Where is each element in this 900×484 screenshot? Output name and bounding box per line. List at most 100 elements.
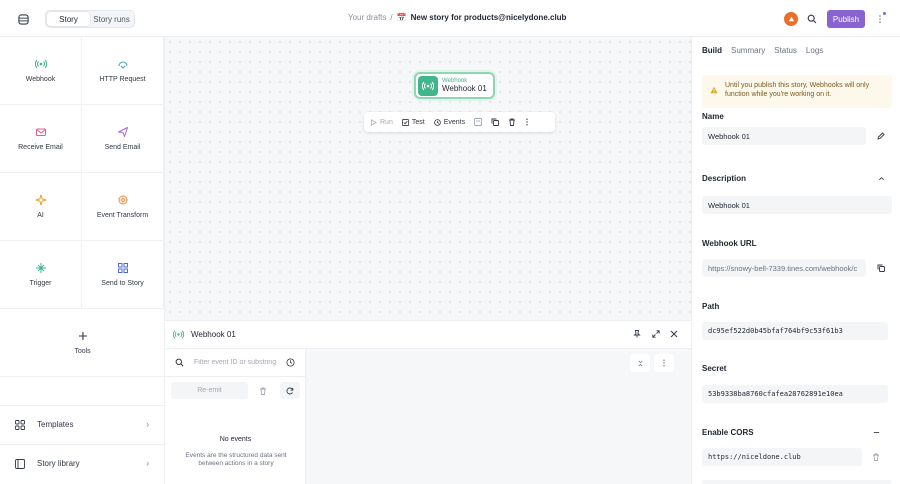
events-panel-header: Webhook 01: [165, 321, 691, 349]
description-field[interactable]: Webhook 01: [702, 196, 892, 214]
tool-send-to-story[interactable]: Send to Story: [82, 241, 164, 309]
more-actions-button[interactable]: [525, 118, 529, 126]
tool-event-transform[interactable]: Event Transform: [82, 173, 164, 241]
breadcrumb: Your drafts / 📅 New story for products@n…: [348, 13, 566, 22]
sidebar-link-label: Templates: [37, 420, 74, 429]
sidebar-toggle-icon[interactable]: [16, 12, 30, 26]
warning-text: Until you publish this story, Webhooks w…: [725, 82, 870, 98]
publish-warning: Until you publish this story, Webhooks w…: [702, 75, 892, 108]
send-to-story-icon: [117, 263, 128, 273]
test-icon: [401, 118, 409, 126]
events-button[interactable]: Events: [433, 118, 465, 126]
delete-button[interactable]: [508, 118, 516, 126]
tool-label: Receive Email: [18, 144, 63, 151]
pin-icon[interactable]: [631, 328, 643, 340]
search-icon: [175, 358, 184, 367]
logs-button[interactable]: [474, 118, 483, 126]
run-button[interactable]: Run: [370, 119, 393, 126]
tab-story[interactable]: Story: [47, 12, 90, 26]
path-label: Path: [702, 302, 720, 311]
delete-events-icon[interactable]: [257, 385, 269, 397]
templates-icon: [15, 419, 25, 430]
node-name: Webhook 01: [442, 84, 487, 93]
path-field[interactable]: dc95ef522d0b45bfaf764bf9c53f61b3: [702, 322, 888, 340]
webhook-url-label: Webhook URL: [702, 239, 757, 248]
sidebar-link-templates[interactable]: Templates ›: [0, 405, 165, 443]
event-filter-input[interactable]: Filter event ID or substring: [194, 359, 276, 366]
more-vertical-icon[interactable]: [654, 354, 674, 372]
collapse-cors-icon[interactable]: [869, 425, 883, 439]
tool-ai[interactable]: AI: [0, 173, 82, 241]
tool-label: Send to Story: [101, 280, 144, 287]
tab-logs[interactable]: Logs: [806, 46, 823, 55]
chevron-right-icon: ›: [146, 459, 149, 468]
name-field[interactable]: Webhook 01: [702, 127, 866, 145]
tab-story-runs[interactable]: Story runs: [90, 12, 133, 26]
tool-label: AI: [37, 212, 44, 219]
more-options-icon[interactable]: [875, 12, 886, 26]
events-list: Filter event ID or substring Re-emit No …: [165, 349, 306, 484]
chevron-up-icon[interactable]: [874, 171, 888, 185]
notification-dot: [883, 12, 886, 15]
story-library-icon: [15, 458, 25, 469]
receive-email-icon: [35, 128, 46, 136]
story-canvas[interactable]: Webhook Webhook 01 Run Test Events: [165, 37, 691, 320]
http-request-icon: [117, 61, 128, 69]
event-detail: [306, 349, 691, 484]
tool-http-request[interactable]: HTTP Request: [82, 37, 164, 105]
close-icon[interactable]: [668, 328, 680, 340]
search-icon[interactable]: [806, 13, 818, 25]
edit-name-icon[interactable]: [874, 129, 888, 143]
tool-label: Send Email: [104, 144, 141, 151]
tool-send-email[interactable]: Send Email: [82, 105, 164, 173]
test-button[interactable]: Test: [401, 118, 425, 126]
description-label: Description: [702, 174, 747, 183]
tab-build[interactable]: Build: [702, 46, 722, 55]
secret-field[interactable]: 53b9338ba8760cfafea28762891e10ea: [702, 385, 888, 403]
tool-receive-email[interactable]: Receive Email: [0, 105, 82, 173]
events-icon: [433, 118, 441, 126]
actions-sidebar: Webhook HTTP Request Receive Email Send …: [0, 37, 165, 484]
secret-label: Secret: [702, 364, 727, 373]
enable-cors-label: Enable CORS: [702, 428, 754, 437]
tab-status[interactable]: Status: [774, 46, 797, 55]
tool-trigger[interactable]: Trigger: [0, 241, 82, 309]
trash-icon: [509, 118, 516, 126]
tab-summary[interactable]: Summary: [731, 46, 765, 55]
duplicate-button[interactable]: [491, 118, 500, 126]
avatar[interactable]: [784, 12, 798, 26]
warning-icon: [710, 86, 718, 94]
breadcrumb-drafts[interactable]: Your drafts: [348, 13, 386, 22]
properties-panel: Build Summary Status Logs Until you publ…: [691, 37, 900, 484]
cors-origin-field[interactable]: https://niceldone.club: [702, 448, 862, 466]
history-icon[interactable]: [286, 358, 295, 367]
publish-button[interactable]: Publish: [827, 10, 865, 28]
sidebar-link-story-library[interactable]: Story library ›: [0, 444, 165, 482]
chevron-right-icon: ›: [146, 420, 149, 429]
send-email-icon: [117, 127, 128, 137]
events-panel-title: Webhook 01: [191, 330, 236, 339]
tool-label: Event Transform: [96, 212, 149, 219]
logs-icon: [474, 118, 483, 126]
tool-label: HTTP Request: [99, 76, 146, 83]
reemit-button[interactable]: Re-emit: [171, 382, 248, 399]
refresh-icon[interactable]: [280, 382, 300, 399]
collapse-icon[interactable]: [630, 354, 650, 372]
webhook-url-field[interactable]: https://snowy-bell-7339.tines.com/webhoo…: [702, 259, 866, 277]
copy-icon: [491, 118, 500, 126]
node-action-bar: Run Test Events: [364, 112, 555, 132]
webhook-node[interactable]: Webhook Webhook 01: [414, 72, 495, 99]
tool-webhook[interactable]: Webhook: [0, 37, 82, 105]
story-title[interactable]: New story for products@nicelydone.club: [411, 13, 567, 22]
trash-icon[interactable]: [869, 450, 883, 464]
plus-icon: [78, 332, 87, 340]
add-cors-origin-field[interactable]: [702, 480, 892, 484]
sidebar-link-label: Story library: [37, 459, 80, 468]
copy-icon[interactable]: [874, 261, 888, 275]
properties-tabs: Build Summary Status Logs: [702, 46, 823, 55]
expand-icon[interactable]: [650, 328, 662, 340]
tool-tools[interactable]: Tools: [0, 309, 165, 377]
play-icon: [370, 118, 377, 126]
top-bar: Story Story runs Your drafts / 📅 New sto…: [0, 0, 900, 37]
tool-label: Trigger: [29, 280, 52, 287]
